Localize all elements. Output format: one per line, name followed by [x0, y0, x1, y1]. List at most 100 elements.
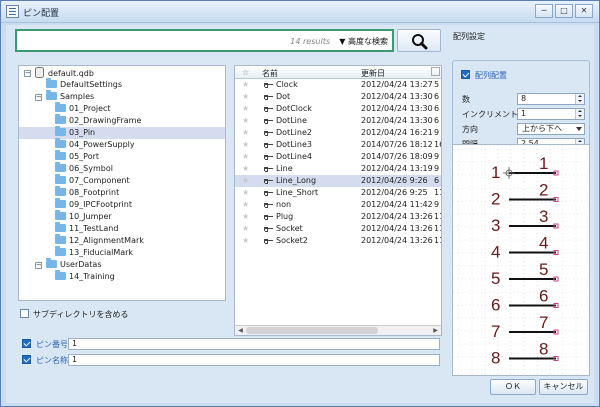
favorite-star-icon[interactable]: ★: [242, 91, 249, 103]
list-item[interactable]: ★ Clock 2012/04/24 13:27 5: [235, 79, 441, 91]
list-item[interactable]: ★ DotLine4 2014/07/26 18:09 9: [235, 151, 441, 163]
column-header-name[interactable]: 名前: [262, 68, 278, 79]
count-stepper[interactable]: 8: [517, 93, 585, 105]
maximize-button[interactable]: □: [555, 4, 573, 18]
cancel-button[interactable]: キャンセル: [539, 379, 588, 395]
favorite-star-icon[interactable]: ★: [242, 235, 249, 247]
list-item[interactable]: ★ DotClock 2012/04/24 13:30 6: [235, 103, 441, 115]
list-item[interactable]: ★ DotLine2 2012/04/24 16:21 9: [235, 127, 441, 139]
array-enable-checkbox[interactable]: [461, 70, 470, 79]
favorite-star-icon[interactable]: ★: [242, 103, 249, 115]
tree-item[interactable]: 04_PowerSupply: [19, 138, 225, 151]
ok-button[interactable]: ＯＫ: [490, 379, 536, 395]
folder-icon: [55, 222, 66, 232]
favorite-star-icon[interactable]: ★: [242, 127, 249, 139]
array-settings-group: 配列配置 数 8 インクリメント 1 方向 上から下へ 間隔 2.54: [452, 60, 590, 151]
pin-number-checkbox[interactable]: [22, 339, 31, 348]
tree-item[interactable]: 12_AlignmentMark: [19, 234, 225, 247]
scroll-thumb[interactable]: [246, 327, 378, 334]
tree-item[interactable]: UserDatas: [19, 258, 225, 271]
dialog-client: 14 results ▼ 高度な検索 − default.qdb Default…: [6, 25, 594, 403]
pin-name-checkbox[interactable]: [22, 355, 31, 364]
pin-icon: [264, 239, 273, 244]
pin-icon: [264, 83, 273, 88]
folder-icon: [55, 246, 66, 256]
pin-name-text: 2: [491, 190, 500, 209]
tree-item[interactable]: 06_Symbol: [19, 162, 225, 175]
tree-item[interactable]: Samples: [19, 90, 225, 103]
tree-item[interactable]: 02_DrawingFrame: [19, 114, 225, 127]
favorite-star-icon[interactable]: ★: [242, 139, 249, 151]
search-icon: [412, 34, 428, 50]
pin-icon: [264, 131, 273, 136]
tree-item[interactable]: 05_Port: [19, 150, 225, 163]
spin-arrows-icon[interactable]: [575, 94, 584, 104]
library-tree[interactable]: − default.qdb DefaultSettings − Samples …: [18, 65, 226, 301]
spin-arrows-icon[interactable]: [575, 109, 584, 119]
close-button[interactable]: ✕: [575, 4, 593, 18]
pin-icon: [264, 107, 273, 112]
folder-icon: [55, 114, 66, 124]
chevron-down-icon: [576, 127, 582, 131]
scroll-left-icon[interactable]: ◀: [236, 326, 245, 335]
minimize-button[interactable]: ─: [535, 4, 553, 18]
list-item[interactable]: ★ non 2012/04/24 11:42 9: [235, 199, 441, 211]
pin-icon: [264, 155, 273, 160]
pin-list[interactable]: ☆ 名前 更新日 ★ Clock 2012/04/24 13:27 5 ★ Dot 201…: [234, 65, 442, 336]
folder-icon: [55, 126, 66, 136]
horizontal-scrollbar[interactable]: ◀ ▶: [235, 325, 441, 335]
title-bar: ピン配置 ─ □ ✕: [1, 1, 599, 23]
scroll-right-icon[interactable]: ▶: [431, 326, 440, 335]
search-input[interactable]: 14 results ▼ 高度な検索: [15, 29, 394, 52]
pin-name-field[interactable]: 1: [68, 354, 440, 366]
list-item[interactable]: ★ Line 2012/04/24 13:19 9: [235, 163, 441, 175]
list-item[interactable]: ★Socket22012/04/24 13:2611: [235, 235, 441, 247]
folder-icon: [55, 198, 66, 208]
favorite-star-icon[interactable]: ★: [242, 115, 249, 127]
search-button[interactable]: [397, 29, 441, 52]
favorite-star-icon[interactable]: ★: [242, 175, 249, 187]
list-item[interactable]: ★Line_Short2012/04/26 9:2511: [235, 187, 441, 199]
tree-item-selected[interactable]: 03_Pin: [19, 126, 225, 139]
tree-item[interactable]: 09_IPCFootprint: [19, 198, 225, 211]
column-header-star[interactable]: ☆: [242, 68, 249, 77]
favorite-star-icon[interactable]: ★: [242, 223, 249, 235]
column-chooser-icon[interactable]: [431, 67, 440, 76]
favorite-star-icon[interactable]: ★: [242, 79, 249, 91]
column-header-date[interactable]: 更新日: [361, 68, 385, 79]
list-item[interactable]: ★DotLine32014/07/26 18:1216: [235, 139, 441, 151]
pin-icon: [264, 119, 273, 124]
list-item-selected[interactable]: ★ Line_Long 2012/04/26 9:26 6: [235, 175, 441, 187]
tree-item[interactable]: 11_TestLand: [19, 222, 225, 235]
advanced-search-toggle[interactable]: ▼ 高度な検索: [339, 36, 388, 47]
favorite-star-icon[interactable]: ★: [242, 211, 249, 223]
tree-item[interactable]: 10_Jumper: [19, 210, 225, 223]
pin-number-text: 4: [539, 234, 548, 253]
favorite-star-icon[interactable]: ★: [242, 199, 249, 211]
pin-number-text: 2: [539, 181, 548, 200]
database-icon: [35, 67, 44, 78]
tree-item[interactable]: 01_Project: [19, 102, 225, 115]
list-item[interactable]: ★Plug2012/04/24 13:2611: [235, 211, 441, 223]
include-subdirs-checkbox[interactable]: [20, 309, 29, 318]
list-item[interactable]: ★ Dot 2012/04/24 13:30 6: [235, 91, 441, 103]
tree-item[interactable]: 14_Training: [19, 270, 225, 283]
direction-label: 方向: [462, 125, 478, 134]
preview-canvas: 1 1 2 2 3 3 4 4 5 5 6 6 7 7 8 8: [453, 145, 589, 375]
favorite-star-icon[interactable]: ★: [242, 151, 249, 163]
favorite-star-icon[interactable]: ★: [242, 187, 249, 199]
pin-number-field[interactable]: 1: [68, 338, 440, 350]
count-label: 数: [462, 95, 470, 104]
pin-name-text: 7: [491, 322, 500, 341]
pin-name-text: 8: [491, 349, 500, 368]
list-item[interactable]: ★ DotLine 2012/04/24 13:30 6: [235, 115, 441, 127]
list-item[interactable]: ★Socket2012/04/24 13:2611: [235, 223, 441, 235]
folder-icon: [55, 186, 66, 196]
tree-item[interactable]: 07_Component: [19, 174, 225, 187]
direction-select[interactable]: 上から下へ: [517, 123, 585, 135]
folder-icon: [55, 174, 66, 184]
increment-stepper[interactable]: 1: [517, 108, 585, 120]
tree-item[interactable]: 08_Footprint: [19, 186, 225, 199]
favorite-star-icon[interactable]: ★: [242, 163, 249, 175]
pin-icon: [264, 143, 273, 148]
